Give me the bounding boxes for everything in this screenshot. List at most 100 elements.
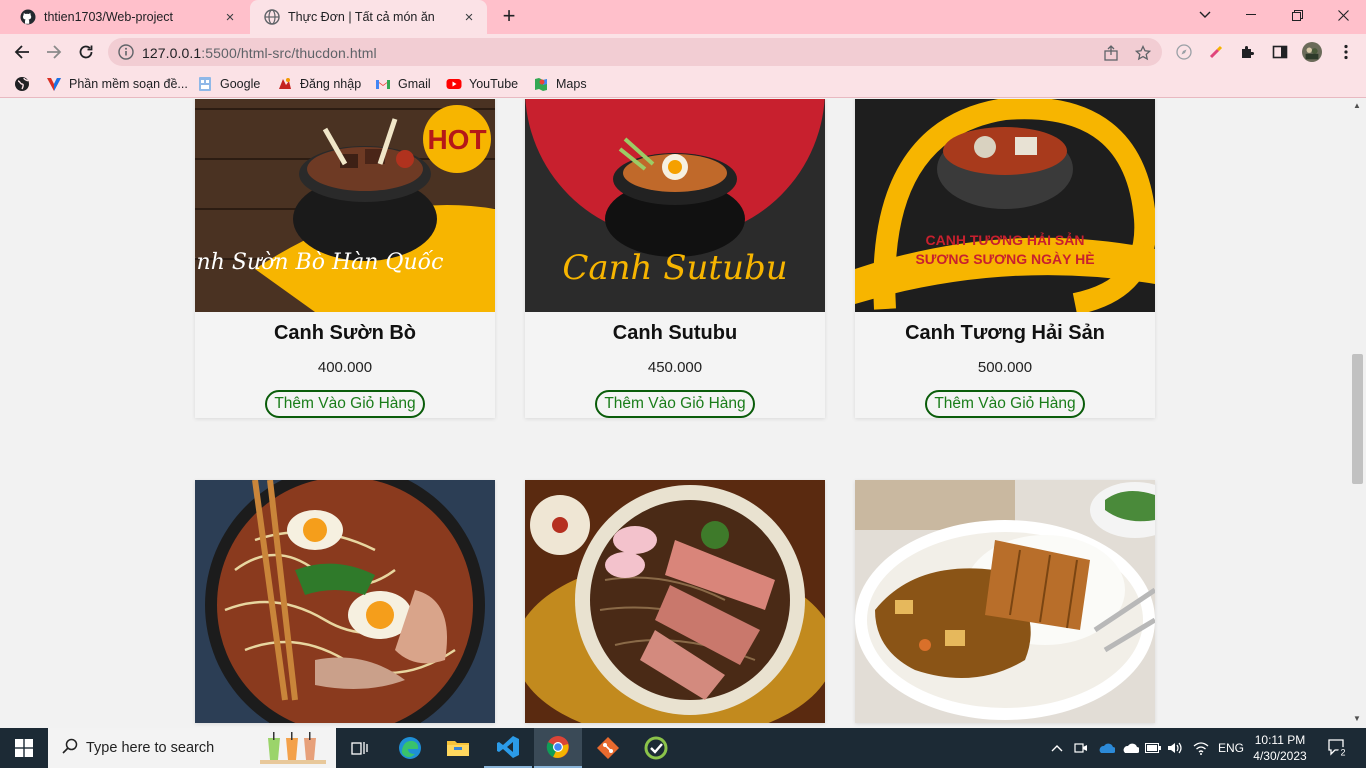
battery-icon[interactable] — [1142, 728, 1164, 768]
add-to-cart-button[interactable]: Thêm Vào Giỏ Hàng — [925, 390, 1085, 418]
menu-card — [195, 480, 495, 723]
scroll-down-icon[interactable]: ▼ — [1353, 714, 1361, 723]
gmail-icon — [375, 76, 391, 92]
browser-toolbar: 127.0.0.1:5500/html-src/thucdon.html — [0, 34, 1366, 70]
wifi-icon[interactable] — [1190, 728, 1212, 768]
dish-image[interactable] — [525, 480, 825, 723]
tab-strip: thtien1703/Web-project × Thực Đơn | Tất … — [0, 0, 1366, 34]
youtube-icon — [446, 76, 462, 92]
clock-date: 4/30/2023 — [1253, 749, 1307, 763]
add-to-cart-button[interactable]: Thêm Vào Giỏ Hàng — [595, 390, 755, 418]
dish-image-caption: CANH TƯƠNG HẢI SẢN — [926, 232, 1085, 248]
close-tab-icon[interactable]: × — [461, 9, 477, 26]
address-bar[interactable]: 127.0.0.1:5500/html-src/thucdon.html — [108, 38, 1162, 66]
bookmark-youtube[interactable]: YouTube — [446, 75, 518, 93]
dish-image-caption: Canh Sườn Bò Hàn Quốc — [195, 249, 443, 275]
dish-image-caption: SƯƠNG SƯƠNG NGÀY HÈ — [915, 251, 1094, 267]
back-icon[interactable] — [8, 38, 36, 66]
minimize-icon[interactable] — [1228, 0, 1274, 30]
forward-icon[interactable] — [40, 38, 68, 66]
cloud-icon[interactable] — [1118, 728, 1142, 768]
v-logo-icon — [46, 76, 62, 92]
page-viewport: HOT Canh Sườn Bò Hàn Quốc Canh Sườn Bò 4… — [0, 99, 1350, 728]
onedrive-icon[interactable] — [1094, 728, 1118, 768]
task-view-icon[interactable] — [336, 728, 384, 768]
dish-image[interactable]: Canh Sutubu — [525, 99, 825, 312]
dish-image[interactable] — [855, 480, 1155, 723]
bookmark-apps[interactable] — [14, 75, 37, 93]
dish-image[interactable]: CANH TƯƠNG HẢI SẢN SƯƠNG SƯƠNG NGÀY HÈ — [855, 99, 1155, 312]
taskbar-search-input[interactable]: Type here to search — [48, 728, 336, 768]
new-tab-button[interactable]: + — [497, 5, 521, 29]
close-window-icon[interactable] — [1320, 0, 1366, 30]
dang-nhap-icon — [277, 76, 293, 92]
search-icon — [62, 738, 78, 759]
github-icon — [20, 9, 36, 25]
file-explorer-icon[interactable] — [434, 728, 482, 768]
dish-name: Canh Sutubu — [612, 322, 738, 344]
share-icon[interactable] — [1102, 44, 1120, 62]
dish-image[interactable]: HOT Canh Sườn Bò Hàn Quốc — [195, 99, 495, 312]
app-check-icon[interactable] — [632, 728, 680, 768]
bookmark-dang-nhap[interactable]: Đăng nhập — [277, 75, 361, 93]
scrollbar-thumb[interactable] — [1352, 354, 1363, 484]
tab-thuc-don[interactable]: Thực Đơn | Tất cả món ăn × — [250, 0, 487, 34]
scroll-up-icon[interactable]: ▲ — [1353, 101, 1361, 110]
reload-icon[interactable] — [72, 38, 100, 66]
tab-github[interactable]: thtien1703/Web-project × — [6, 0, 248, 34]
chrome-icon[interactable] — [534, 728, 582, 768]
menu-card — [525, 480, 825, 723]
volume-icon[interactable] — [1164, 728, 1186, 768]
bookmark-soan-de[interactable]: Phần mềm soạn đề... — [46, 75, 188, 93]
close-tab-icon[interactable]: × — [222, 9, 238, 26]
side-panel-icon[interactable] — [1270, 42, 1290, 62]
dish-image-caption: Canh Sutubu — [562, 248, 787, 288]
vscode-icon[interactable] — [484, 728, 532, 768]
clock-time: 10:11 PM — [1254, 733, 1306, 747]
extensions-puzzle-icon[interactable] — [1238, 42, 1258, 62]
url-text: 127.0.0.1:5500/html-src/thucdon.html — [142, 45, 377, 61]
url-path: :5500/html-src/thucdon.html — [201, 45, 377, 61]
more-menu-icon[interactable] — [1336, 42, 1356, 62]
notification-icon[interactable]: 2 — [1318, 728, 1358, 768]
page-scrollbar[interactable]: ▲ ▼ — [1350, 99, 1366, 728]
color-picker-extension-icon[interactable] — [1206, 42, 1226, 62]
bookmark-google[interactable]: Google — [197, 75, 260, 93]
maps-icon — [533, 76, 549, 92]
bookmark-maps[interactable]: Maps — [533, 75, 587, 93]
bookmark-label: Google — [220, 77, 261, 91]
dish-price: 450.000 — [647, 359, 703, 376]
dish-price: 500.000 — [977, 359, 1033, 376]
windows-taskbar: Type here to search ENG 10:11 PM 4/30/20… — [0, 728, 1366, 768]
dish-image[interactable] — [195, 480, 495, 723]
bookmark-label: Maps — [556, 77, 587, 91]
bookmark-star-icon[interactable] — [1134, 44, 1152, 62]
tab-search-icon[interactable] — [1182, 0, 1228, 30]
bookmark-label: YouTube — [469, 77, 519, 91]
menu-card: HOT Canh Sườn Bò Hàn Quốc Canh Sườn Bò 4… — [195, 99, 495, 418]
windows-start-icon[interactable] — [0, 728, 48, 768]
git-icon[interactable] — [584, 728, 632, 768]
profile-avatar[interactable] — [1302, 42, 1322, 62]
url-host: 127.0.0.1 — [142, 45, 202, 61]
meet-icon[interactable] — [1070, 728, 1092, 768]
bubble-tea-icon — [260, 732, 326, 768]
add-to-cart-button[interactable]: Thêm Vào Giỏ Hàng — [265, 390, 425, 418]
chevron-up-icon[interactable] — [1046, 728, 1068, 768]
hot-badge: HOT — [427, 124, 486, 155]
restore-icon[interactable] — [1274, 0, 1320, 30]
menu-card: CANH TƯƠNG HẢI SẢN SƯƠNG SƯƠNG NGÀY HÈ C… — [855, 99, 1155, 418]
bookmark-label: Gmail — [398, 77, 431, 91]
dish-name: Canh Sườn Bò — [273, 322, 417, 344]
compass-extension-icon[interactable] — [1174, 42, 1194, 62]
language-indicator[interactable]: ENG — [1214, 728, 1248, 768]
site-info-icon[interactable] — [118, 44, 134, 65]
bookmark-gmail[interactable]: Gmail — [375, 75, 431, 93]
globe-icon — [264, 9, 280, 25]
system-clock[interactable]: 10:11 PM 4/30/2023 — [1248, 732, 1312, 764]
edge-icon[interactable] — [386, 728, 434, 768]
menu-card — [855, 480, 1155, 723]
tab-title: thtien1703/Web-project — [44, 10, 174, 24]
dish-name: Canh Tương Hải Sản — [905, 322, 1105, 344]
google-icon — [197, 76, 213, 92]
